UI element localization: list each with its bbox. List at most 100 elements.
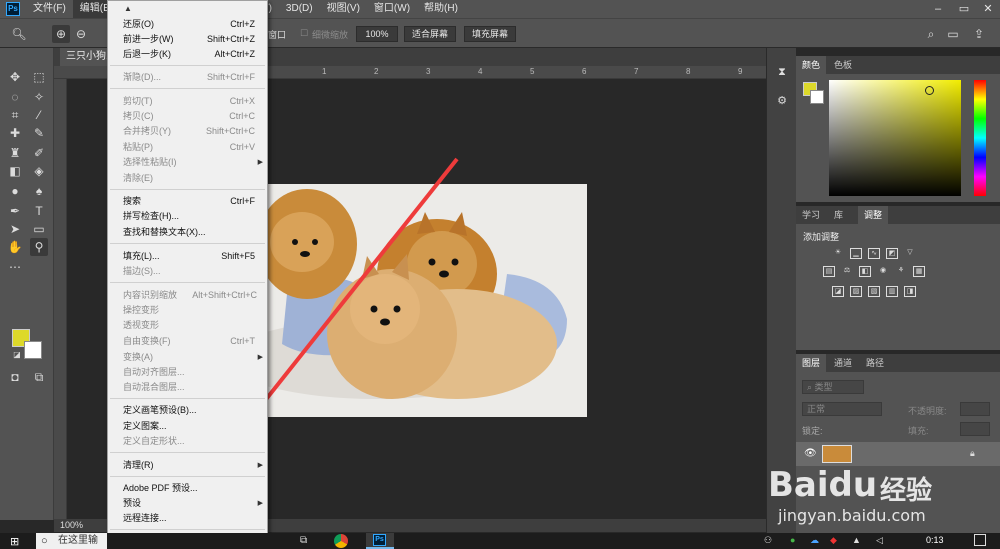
- lasso-tool-icon[interactable]: ◌: [6, 88, 24, 106]
- taskbar-search-box[interactable]: ○ 在这里输: [36, 533, 107, 549]
- volume-icon[interactable]: ◁: [876, 535, 883, 546]
- history-panel-icon[interactable]: ⧗: [775, 66, 789, 80]
- opacity-input[interactable]: [960, 402, 990, 416]
- network-icon[interactable]: ▲: [852, 535, 861, 545]
- fit-screen-button[interactable]: 适合屏幕: [404, 26, 456, 42]
- menu-window[interactable]: 窗口(W): [367, 0, 417, 18]
- background-color-swatch[interactable]: [24, 341, 42, 359]
- zoom-out-icon[interactable]: ⊖: [72, 25, 90, 43]
- menu-view[interactable]: 视图(V): [320, 0, 367, 18]
- quick-mask-icon[interactable]: ◘: [6, 368, 24, 386]
- cloud-icon[interactable]: ☁: [810, 535, 819, 546]
- curves-icon[interactable]: ∿: [868, 248, 880, 259]
- menu-item-purge[interactable]: 清理(R) ▶: [108, 458, 267, 473]
- menu-item-stroke[interactable]: 描边(S)...: [108, 264, 267, 279]
- screen-mode-icon[interactable]: ⧉: [30, 368, 48, 386]
- brush-tool-icon[interactable]: ✎: [30, 124, 48, 142]
- crop-tool-icon[interactable]: ⌗: [6, 106, 24, 124]
- menu-item-define-pattern[interactable]: 定义图案...: [108, 419, 267, 434]
- scroll-up-icon[interactable]: ▲: [124, 4, 132, 13]
- menu-item-transform[interactable]: 变换(A) ▶: [108, 350, 267, 365]
- eraser-tool-icon[interactable]: ◧: [6, 162, 24, 180]
- menu-item-pdf-presets[interactable]: Adobe PDF 预设...: [108, 481, 267, 496]
- properties-panel-icon[interactable]: ⚙: [775, 94, 789, 108]
- scrubby-zoom-checkbox[interactable]: ☐: [300, 28, 308, 39]
- menu-item-auto-align[interactable]: 自动对齐图层...: [108, 365, 267, 380]
- wechat-icon[interactable]: ●: [790, 535, 795, 545]
- photo-filter-icon[interactable]: ◉: [877, 266, 889, 277]
- resize-windows-label[interactable]: 窗口: [268, 28, 286, 41]
- tab-learn[interactable]: 学习: [796, 206, 826, 224]
- menu-item-remote-connections[interactable]: 远程连接...: [108, 511, 267, 526]
- search-icon[interactable]: ⌕: [922, 25, 940, 43]
- paint-bucket-icon[interactable]: ◈: [30, 162, 48, 180]
- menu-item-presets[interactable]: 预设 ▶: [108, 496, 267, 511]
- tab-color[interactable]: 颜色: [796, 56, 827, 74]
- blend-mode-select[interactable]: 正常: [802, 402, 882, 416]
- vibrance-icon[interactable]: ▽: [904, 248, 916, 259]
- blur-tool-icon[interactable]: ●: [6, 182, 24, 200]
- menu-item-clear[interactable]: 清除(E): [108, 171, 267, 186]
- panel-background-swatch[interactable]: [810, 90, 824, 104]
- clone-stamp-icon[interactable]: ♜: [6, 144, 24, 162]
- hue-slider[interactable]: [974, 80, 986, 196]
- menu-help[interactable]: 帮助(H): [417, 0, 465, 18]
- menu-item-undo[interactable]: 还原(O) Ctrl+Z: [108, 17, 267, 32]
- menu-item-search[interactable]: 搜索 Ctrl+F: [108, 194, 267, 209]
- menu-item-define-brush[interactable]: 定义画笔预设(B)...: [108, 403, 267, 418]
- menu-item-content-aware-scale[interactable]: 内容识别缩放 Alt+Shift+Ctrl+C: [108, 288, 267, 303]
- default-colors-icon[interactable]: ◪: [8, 346, 26, 364]
- tab-swatches[interactable]: 色板: [828, 56, 858, 74]
- share-icon[interactable]: ⇪: [970, 25, 988, 43]
- zoom-100-button[interactable]: 100%: [356, 26, 398, 42]
- marquee-tool-icon[interactable]: ⬚: [30, 68, 48, 86]
- chrome-icon[interactable]: [334, 534, 348, 548]
- fill-input[interactable]: [960, 422, 990, 436]
- menu-item-cut[interactable]: 剪切(T) Ctrl+X: [108, 94, 267, 109]
- menu-item-paste-special[interactable]: 选择性粘贴(I) ▶: [108, 155, 267, 170]
- menu-item-paste[interactable]: 粘贴(P) Ctrl+V: [108, 140, 267, 155]
- hand-tool-icon[interactable]: ✋: [6, 238, 24, 256]
- zoom-in-icon[interactable]: ⊕: [52, 25, 70, 43]
- clock[interactable]: 0:13: [926, 535, 944, 545]
- exposure-icon[interactable]: ◩: [886, 248, 898, 259]
- menu-file[interactable]: 文件(F): [26, 0, 73, 18]
- pen-tool-icon[interactable]: ✒: [6, 202, 24, 220]
- close-icon[interactable]: ✕: [974, 0, 1000, 18]
- type-tool-icon[interactable]: T: [30, 202, 48, 220]
- posterize-icon[interactable]: ▨: [850, 286, 862, 297]
- taskbar-photoshop[interactable]: Ps: [366, 533, 394, 549]
- gradient-map-icon[interactable]: ▥: [886, 286, 898, 297]
- rectangle-tool-icon[interactable]: ▭: [30, 220, 48, 238]
- brightness-contrast-icon[interactable]: ☀: [832, 248, 844, 259]
- visibility-eye-icon[interactable]: 👁︎: [804, 448, 817, 459]
- fill-screen-button[interactable]: 填充屏幕: [464, 26, 516, 42]
- history-brush-icon[interactable]: ✐: [30, 144, 48, 162]
- selective-color-icon[interactable]: ◨: [904, 286, 916, 297]
- tab-adjustments[interactable]: 调整: [858, 206, 889, 224]
- eyedropper-icon[interactable]: ⁄: [30, 106, 48, 124]
- black-white-icon[interactable]: ◧: [859, 266, 871, 277]
- notification-icon[interactable]: [974, 534, 986, 546]
- tab-libraries[interactable]: 库: [828, 206, 849, 224]
- levels-icon[interactable]: ▁: [850, 248, 862, 259]
- menu-item-check-spelling[interactable]: 拼写检查(H)...: [108, 209, 267, 224]
- menu-item-copy-merged[interactable]: 合并拷贝(Y) Shift+Ctrl+C: [108, 124, 267, 139]
- minimize-icon[interactable]: –: [924, 0, 952, 18]
- zoom-tool-preset-icon[interactable]: 🔍︎: [10, 25, 28, 43]
- menu-item-define-shape[interactable]: 定义自定形状...: [108, 434, 267, 449]
- layer-row[interactable]: 👁︎ 🔒︎: [796, 442, 1000, 466]
- menu-item-copy[interactable]: 拷贝(C) Ctrl+C: [108, 109, 267, 124]
- path-select-icon[interactable]: ➤: [6, 220, 24, 238]
- magic-wand-icon[interactable]: ✧: [30, 88, 48, 106]
- hue-saturation-icon[interactable]: ▤: [823, 266, 835, 277]
- color-picker-field[interactable]: [829, 80, 961, 196]
- zoom-tool-icon[interactable]: ⚲: [30, 238, 48, 256]
- move-tool-icon[interactable]: ✥: [6, 68, 24, 86]
- menu-item-puppet-warp[interactable]: 操控变形: [108, 303, 267, 318]
- color-lookup-icon[interactable]: ▦: [913, 266, 925, 277]
- workspace-icon[interactable]: ▭: [944, 25, 962, 43]
- channel-mixer-icon[interactable]: ⚘: [895, 266, 907, 277]
- menu-item-step-backward[interactable]: 后退一步(K) Alt+Ctrl+Z: [108, 47, 267, 62]
- menu-item-free-transform[interactable]: 自由变换(F) Ctrl+T: [108, 334, 267, 349]
